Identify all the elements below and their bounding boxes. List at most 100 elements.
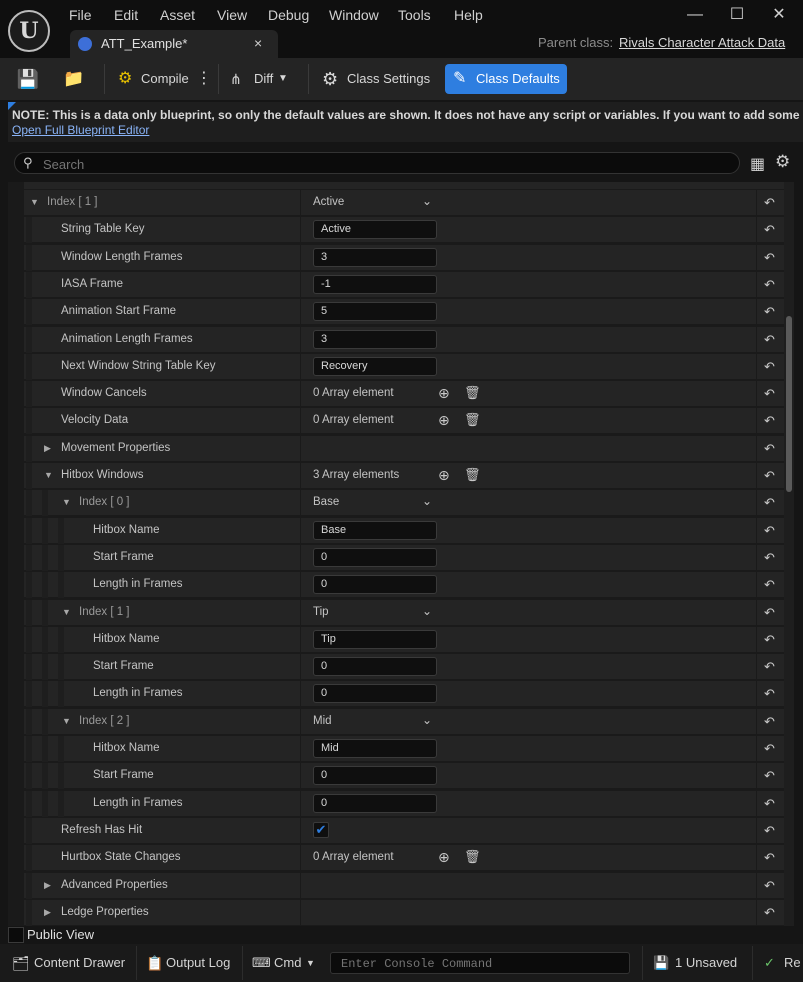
dropdown-value[interactable]: Mid [313,715,332,727]
property-value-input[interactable]: 0 [313,766,437,786]
compile-options-icon[interactable]: ⋮ [196,64,212,94]
menu-tools[interactable]: Tools [398,6,431,24]
trash-icon[interactable]: 🗑 [464,467,481,483]
open-full-editor-link[interactable]: Open Full Blueprint Editor [12,123,149,137]
property-row-start-frame[interactable]: Start Frame 0 ↶ [24,654,784,681]
diff-button[interactable]: ⋔ Diff ▼ [226,64,292,94]
chevron-down-icon[interactable]: ⌄ [422,494,432,508]
scrollbar-track[interactable] [784,182,794,926]
save-icon[interactable]: 💾 [12,64,44,94]
property-value-input[interactable]: Tip [313,629,437,649]
property-row-index-2[interactable]: ▼ Index [ 2 ] Mid ⌄ ↶ [24,708,784,735]
expand-arrow-icon[interactable]: ▼ [62,497,71,507]
property-row-movement-properties[interactable]: ▶ Movement Properties ↶ [24,435,784,462]
table-view-icon[interactable]: ▦ [750,154,765,174]
property-row-index-1[interactable]: ▼ Index [ 1 ] Active ⌄ ↶ [24,190,784,216]
expand-arrow-icon[interactable]: ▼ [62,716,71,726]
property-row-animation-length-frames[interactable]: Animation Length Frames 3 ↶ [24,326,784,353]
dropdown-value[interactable]: Tip [313,606,329,618]
expand-arrow-icon[interactable]: ▼ [44,470,53,480]
reset-to-default-icon[interactable]: ↶ [764,577,775,593]
expand-arrow-icon[interactable]: ▼ [30,197,39,207]
reset-to-default-icon[interactable]: ↶ [764,850,775,866]
property-checkbox[interactable]: ✔ [313,821,329,838]
property-value-input[interactable]: 0 [313,547,437,567]
class-defaults-button[interactable]: ✎ Class Defaults [445,64,567,94]
reset-to-default-icon[interactable]: ↶ [764,905,775,921]
property-row-hitbox-name[interactable]: Hitbox Name Tip ↶ [24,626,784,653]
property-value-input[interactable]: 0 [313,684,437,704]
search-input[interactable] [41,154,725,174]
chevron-down-icon[interactable]: ⌄ [422,604,432,618]
reset-to-default-icon[interactable]: ↶ [764,386,775,402]
property-row-iasa-frame[interactable]: IASA Frame -1 ↶ [24,271,784,298]
reset-to-default-icon[interactable]: ↶ [764,413,775,429]
reset-to-default-icon[interactable]: ↶ [764,332,775,348]
property-row-hitbox-name[interactable]: Hitbox Name Base ↶ [24,517,784,544]
property-value-input[interactable]: Base [313,520,437,540]
menu-window[interactable]: Window [329,6,379,24]
menu-debug[interactable]: Debug [268,6,309,24]
property-value-input[interactable]: 0 [313,793,437,813]
reset-to-default-icon[interactable]: ↶ [764,768,775,784]
property-row-refresh-has-hit[interactable]: Refresh Has Hit ✔ ↶ [24,817,784,844]
document-tab[interactable]: ATT_Example* × [70,30,278,58]
expand-arrow-icon[interactable]: ▼ [62,607,71,617]
property-row-start-frame[interactable]: Start Frame 0 ↶ [24,544,784,571]
maximize-button[interactable]: ☐ [722,4,752,26]
tab-close-icon[interactable]: × [254,35,262,51]
property-row-window-cancels[interactable]: Window Cancels 0 Array element ⊕ 🗑 ↶ [24,381,784,408]
reset-to-default-icon[interactable]: ↶ [764,878,775,894]
reset-to-default-icon[interactable]: ↶ [764,523,775,539]
reset-to-default-icon[interactable]: ↶ [764,550,775,566]
property-row-hurtbox-state-changes[interactable]: Hurtbox State Changes 0 Array element ⊕ 🗑 ↶ [24,845,784,872]
minimize-button[interactable]: — [680,4,710,26]
search-box[interactable]: ⚲ [14,152,740,174]
cmd-selector[interactable]: ⌨ Cmd ▼ [252,952,322,974]
trash-icon[interactable]: 🗑 [464,385,481,401]
property-row-hitbox-windows[interactable]: ▼ Hitbox Windows 3 Array elements ⊕ 🗑 ↶ [24,463,784,489]
property-row-string-table-key[interactable]: String Table Key Active ↶ [24,217,784,244]
collapse-arrow-icon[interactable]: ▶ [44,443,51,454]
property-row-advanced-properties[interactable]: ▶ Advanced Properties ↶ [24,872,784,899]
property-row-index-0[interactable]: ▼ Index [ 0 ] Base ⌄ ↶ [24,490,784,517]
add-element-icon[interactable]: ⊕ [438,385,450,402]
menu-view[interactable]: View [217,6,247,24]
collapse-arrow-icon[interactable]: ▶ [44,907,51,918]
reset-to-default-icon[interactable]: ↶ [764,277,775,293]
menu-edit[interactable]: Edit [114,6,138,24]
reset-to-default-icon[interactable]: ↶ [764,441,775,457]
trash-icon[interactable]: 🗑 [464,412,481,428]
compile-button[interactable]: ⚙ Compile [112,64,192,94]
property-value-input[interactable]: 0 [313,575,437,595]
property-row-length-in-frames[interactable]: Length in Frames 0 ↶ [24,790,784,817]
add-element-icon[interactable]: ⊕ [438,849,450,866]
property-row-velocity-data[interactable]: Velocity Data 0 Array element ⊕ 🗑 ↶ [24,408,784,435]
property-row-animation-start-frame[interactable]: Animation Start Frame 5 ↶ [24,299,784,326]
public-view-checkbox[interactable] [8,927,24,943]
add-element-icon[interactable]: ⊕ [438,412,450,429]
property-value-input[interactable]: 0 [313,657,437,677]
console-command-box[interactable] [330,952,630,974]
property-value-input[interactable]: Mid [313,739,437,758]
console-command-input[interactable] [339,955,627,973]
property-row-ledge-properties[interactable]: ▶ Ledge Properties ↶ [24,899,784,926]
reset-to-default-icon[interactable]: ↶ [764,823,775,839]
property-row-length-in-frames[interactable]: Length in Frames 0 ↶ [24,681,784,708]
add-element-icon[interactable]: ⊕ [438,467,450,484]
trash-icon[interactable]: 🗑 [464,849,481,865]
reset-to-default-icon[interactable]: ↶ [764,195,775,211]
settings-gear-icon[interactable]: ⚙ [775,152,790,172]
reset-to-default-icon[interactable]: ↶ [764,359,775,375]
browse-icon[interactable]: 📁 [58,64,90,94]
reset-to-default-icon[interactable]: ↶ [764,222,775,238]
reset-to-default-icon[interactable]: ↶ [764,495,775,511]
reset-to-default-icon[interactable]: ↶ [764,632,775,648]
parent-class-link[interactable]: Rivals Character Attack Data [619,35,785,50]
property-row-hitbox-name[interactable]: Hitbox Name Mid ↶ [24,736,784,762]
class-settings-button[interactable]: ⚙ Class Settings [318,64,436,94]
property-row-start-frame[interactable]: Start Frame 0 ↶ [24,763,784,790]
content-drawer-button[interactable]: 🗂 Content Drawer [12,952,132,974]
dropdown-value[interactable]: Active [313,196,344,208]
reset-to-default-icon[interactable]: ↶ [764,605,775,621]
